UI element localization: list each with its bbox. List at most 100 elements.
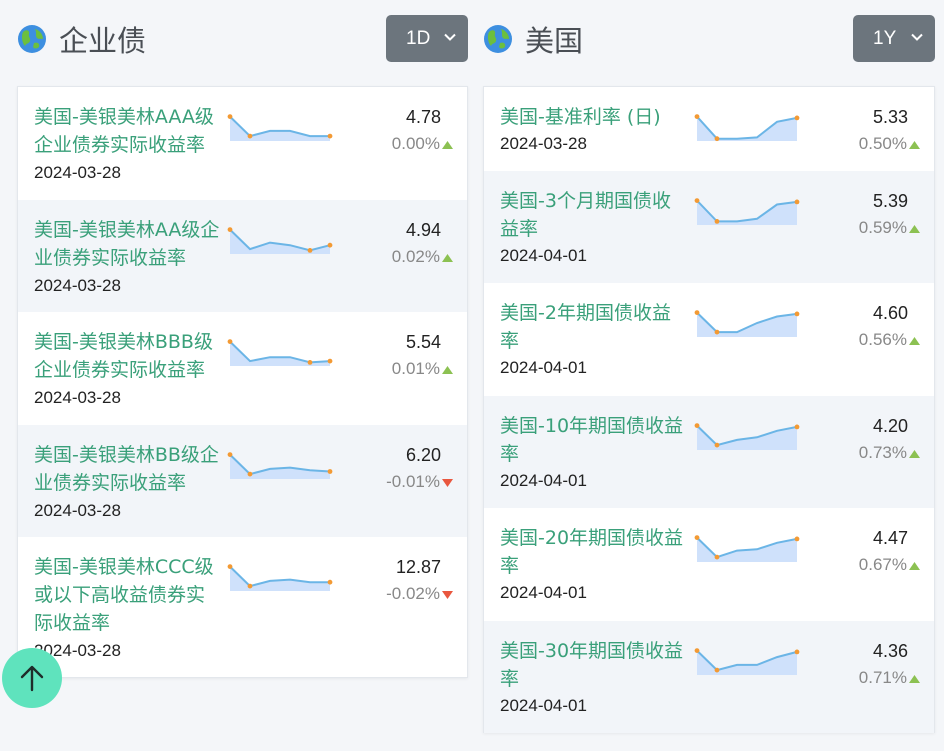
- indicator-name[interactable]: 美国-美银美林BB级企 业债券实际收益率: [34, 441, 219, 497]
- indicator-date: 2024-03-28: [34, 163, 121, 182]
- sparkline-point: [327, 242, 333, 248]
- sparkline-chart: [694, 114, 800, 142]
- indicator-change: 0.02%: [391, 247, 440, 266]
- indicator-name[interactable]: 美国-2年期国债收益率: [500, 299, 671, 355]
- sparkline-area: [230, 454, 330, 479]
- indicator-change: -0.01%: [386, 472, 440, 491]
- indicator-name-line: 美国-2年期国债收益: [500, 302, 671, 324]
- sparkline-chart: [227, 452, 333, 479]
- sparkline-point: [794, 311, 800, 317]
- indicator-row[interactable]: 美国-3个月期国债收 益率 2024-04-01 5.39 0.59%: [484, 171, 934, 283]
- indicator-value: 4.20: [872, 416, 908, 436]
- sparkline-chart: [694, 535, 800, 562]
- sparkline-area: [230, 229, 330, 254]
- indicator-name[interactable]: 美国-30年期国债收益率: [500, 637, 683, 693]
- indicator-name[interactable]: 美国-美银美林BBB级 企业债券实际收益率: [34, 328, 213, 384]
- indicator-name[interactable]: 美国-美银美林AAA级 企业债券实际收益率: [34, 103, 214, 159]
- trend-up-icon: [909, 562, 920, 570]
- indicator-name-line: 美国-30年期国债收益: [500, 640, 684, 662]
- chevron-down-icon: [444, 33, 456, 41]
- sparkline-point: [327, 133, 333, 139]
- indicator-name-line: 美国-美银美林CCC级: [34, 556, 214, 578]
- indicator-name-line: 企业债券实际收益率: [34, 359, 206, 381]
- indicator-name[interactable]: 美国-美银美林AA级企 业债券实际收益率: [34, 216, 219, 272]
- indicator-value: 5.39: [872, 191, 908, 211]
- indicator-name[interactable]: 美国-20年期国债收益率: [500, 524, 683, 580]
- indicator-row[interactable]: 美国-美银美林AAA级 企业债券实际收益率 2024-03-28 4.78 0.00%: [18, 87, 467, 200]
- indicator-date: 2024-03-28: [500, 134, 587, 153]
- globe-icon: [484, 25, 512, 53]
- indicator-change: 0.50%: [858, 134, 907, 153]
- sparkline-chart: [694, 198, 800, 225]
- indicator-row[interactable]: 美国-20年期国债收益率 2024-04-01 4.47 0.67%: [484, 508, 934, 621]
- indicator-date: 2024-03-28: [34, 276, 121, 295]
- indicator-value: 4.78: [405, 107, 441, 127]
- trend-up-icon: [442, 254, 453, 262]
- sparkline-point: [227, 452, 233, 457]
- chevron-down-icon: [911, 33, 923, 41]
- indicator-row[interactable]: 美国-美银美林AA级企 业债券实际收益率 2024-03-28 4.94 0.02%: [18, 200, 467, 312]
- indicator-change: 0.71%: [858, 668, 907, 687]
- sparkline-chart: [227, 114, 333, 141]
- sparkline-point: [694, 423, 700, 428]
- indicator-row[interactable]: 美国-2年期国债收益率 2024-04-01 4.60 0.56%: [484, 283, 934, 396]
- sparkline-point: [227, 227, 233, 232]
- us-rates-panel: 美国 1Y 美国-基准利率 (日) 2024-03-28 5.33 0.50% 美国-3…: [483, 0, 935, 733]
- trend-up-icon: [909, 141, 920, 149]
- sparkline-point: [714, 136, 720, 142]
- indicator-row[interactable]: 美国-30年期国债收益率 2024-04-01 4.36 0.71%: [484, 621, 934, 733]
- sparkline-point: [794, 649, 800, 655]
- trend-up-icon: [909, 675, 920, 683]
- indicator-value: 12.87: [395, 557, 441, 577]
- indicator-value: 5.33: [872, 107, 908, 127]
- indicator-name-line: 美国-10年期国债收益: [500, 415, 684, 437]
- back-to-top-button[interactable]: [2, 648, 62, 708]
- sparkline-point: [794, 199, 800, 205]
- indicator-name[interactable]: 美国-美银美林CCC级 或以下高收益债券实 际收益率: [34, 553, 214, 637]
- indicator-row[interactable]: 美国-美银美林BBB级 企业债券实际收益率 2024-03-28 5.54 0.01%: [18, 312, 467, 425]
- sparkline-point: [307, 248, 313, 253]
- sparkline-point: [714, 667, 720, 673]
- indicator-value: 5.54: [405, 332, 441, 352]
- sparkline-point: [327, 469, 333, 474]
- sparkline-chart: [694, 423, 800, 450]
- indicator-value: 6.20: [405, 445, 441, 465]
- indicator-name-line: 率: [500, 555, 520, 577]
- period-select[interactable]: 1D: [386, 15, 468, 62]
- panel-header: 美国 1Y: [483, 0, 935, 78]
- indicator-value: 4.60: [872, 303, 908, 323]
- sparkline-area: [697, 650, 797, 675]
- indicator-name[interactable]: 美国-基准利率 (日): [500, 103, 661, 131]
- sparkline-point: [714, 329, 720, 335]
- sparkline-point: [227, 339, 233, 344]
- period-select[interactable]: 1Y: [853, 15, 935, 62]
- sparkline-point: [794, 536, 800, 542]
- indicator-row[interactable]: 美国-美银美林CCC级 或以下高收益债券实 际收益率 2024-03-28 12.87-…: [18, 537, 467, 677]
- indicator-name-line: 率: [500, 443, 520, 465]
- trend-up-icon: [442, 141, 453, 149]
- sparkline-point: [694, 648, 700, 653]
- indicator-row[interactable]: 美国-基准利率 (日) 2024-03-28 5.33 0.50%: [484, 87, 934, 171]
- indicator-date: 2024-04-01: [500, 696, 587, 715]
- indicator-row[interactable]: 美国-10年期国债收益率 2024-04-01 4.20 0.73%: [484, 396, 934, 508]
- indicator-date: 2024-04-01: [500, 246, 587, 265]
- sparkline-point: [794, 424, 800, 430]
- sparkline-point: [307, 360, 313, 365]
- period-label: 1Y: [873, 28, 897, 49]
- sparkline-area: [230, 566, 330, 591]
- period-label: 1D: [406, 28, 431, 49]
- sparkline-point: [714, 219, 720, 224]
- indicator-name-line: 美国-20年期国债收益: [500, 527, 684, 549]
- sparkline-point: [694, 535, 700, 540]
- sparkline-area: [230, 116, 330, 141]
- indicator-name[interactable]: 美国-3个月期国债收 益率: [500, 187, 671, 243]
- indicator-name-line: 业债券实际收益率: [34, 472, 187, 494]
- indicator-row[interactable]: 美国-美银美林BB级企 业债券实际收益率 2024-03-28 6.20 -0.01%: [18, 425, 467, 537]
- indicator-change: 0.56%: [858, 330, 907, 349]
- indicator-name[interactable]: 美国-10年期国债收益率: [500, 412, 683, 468]
- sparkline-chart: [227, 227, 333, 254]
- sparkline-chart: [227, 339, 333, 366]
- indicator-name-line: 美国-美银美林BB级企: [34, 444, 219, 466]
- indicator-date: 2024-03-28: [34, 501, 121, 520]
- indicator-name-line: 企业债券实际收益率: [34, 134, 206, 156]
